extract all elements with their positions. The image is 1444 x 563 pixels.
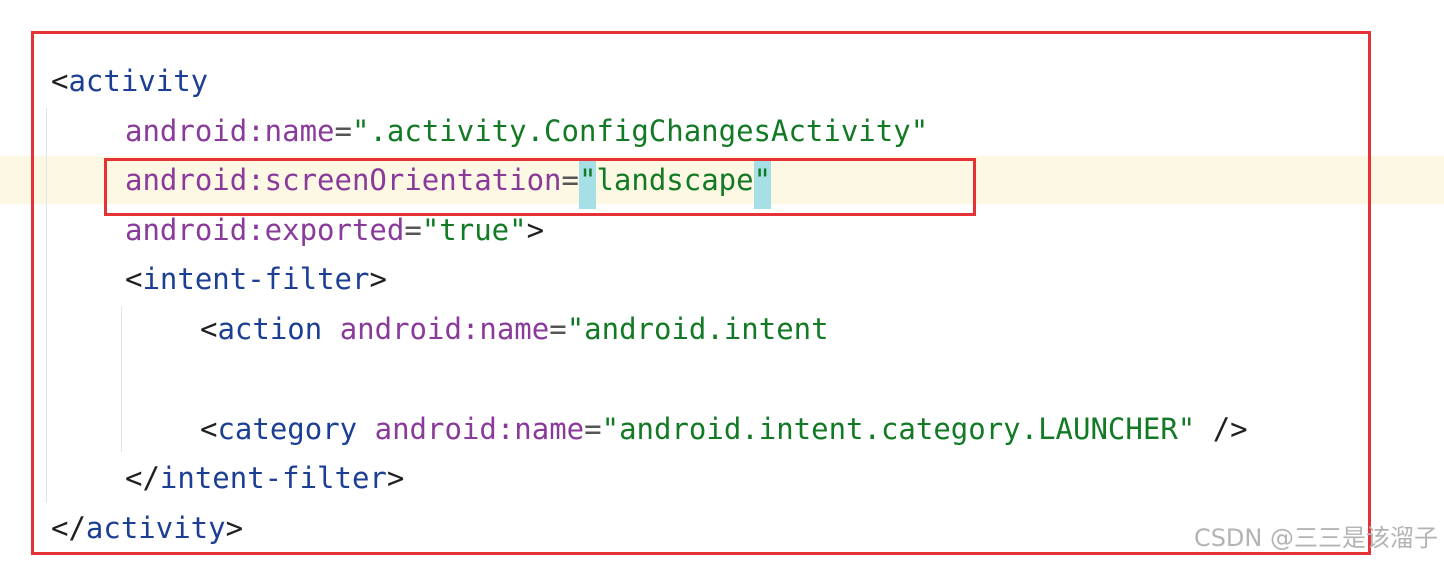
annotation-highlight-box — [104, 158, 976, 216]
annotation-outer-box — [31, 31, 1371, 555]
code-editor[interactable]: <activity android:name=".activity.Config… — [0, 0, 1444, 563]
watermark: CSDN @三三是该溜子 — [1193, 524, 1438, 552]
